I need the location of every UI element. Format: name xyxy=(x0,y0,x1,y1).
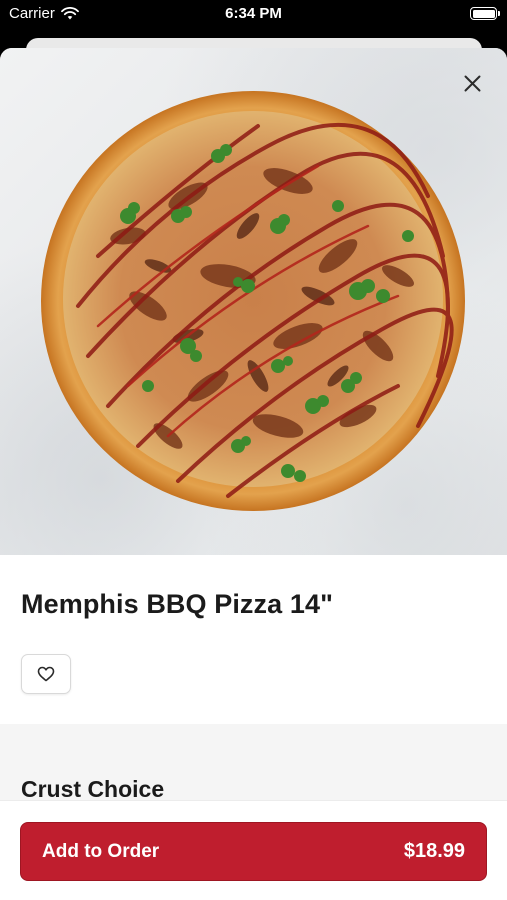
order-price: $18.99 xyxy=(403,840,465,862)
close-icon xyxy=(464,75,480,91)
item-detail-sheet: Memphis BBQ Pizza 14" Crust Choice Add t… xyxy=(0,48,507,900)
section-title-crust-choice: Crust Choice xyxy=(21,776,165,802)
item-title: Memphis BBQ Pizza 14" xyxy=(21,589,333,619)
heart-icon xyxy=(37,666,55,682)
bottom-bar: Add to Order $18.99 xyxy=(0,800,507,900)
status-bar: Carrier 6:34 PM xyxy=(0,0,507,30)
add-to-order-label: Add to Order xyxy=(42,840,160,862)
close-button[interactable] xyxy=(457,68,487,98)
favorite-button[interactable] xyxy=(21,654,71,694)
pizza-image xyxy=(41,91,465,511)
add-to-order-button[interactable]: Add to Order $18.99 xyxy=(20,822,487,881)
item-hero-image xyxy=(0,48,507,555)
status-time: 6:34 PM xyxy=(225,5,282,22)
battery-icon xyxy=(470,7,500,20)
